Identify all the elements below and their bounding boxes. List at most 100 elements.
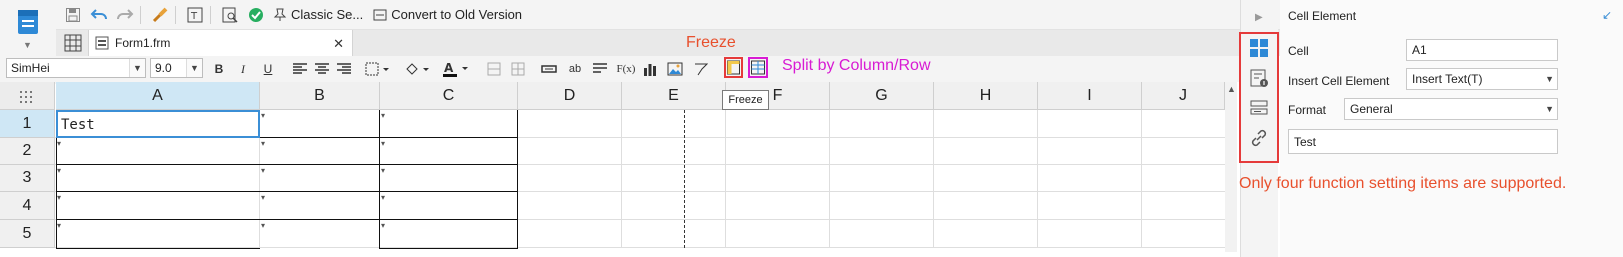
insert-cell-element-select[interactable]: Insert Text(T) ▼ <box>1406 68 1558 90</box>
column-header-h[interactable]: H <box>934 82 1038 110</box>
cell-element-icon[interactable] <box>1249 38 1269 58</box>
panel-title: Cell Element <box>1288 9 1357 23</box>
cell-row-border <box>56 164 518 165</box>
cell-editor-icon[interactable] <box>540 59 558 79</box>
slash-icon[interactable] <box>693 59 709 79</box>
app-logo-icon[interactable] <box>16 8 40 36</box>
insert-text-button[interactable]: ab <box>566 59 584 79</box>
svg-text:T: T <box>190 11 198 22</box>
cell-field[interactable]: A1 <box>1406 39 1558 61</box>
main-toolbar: T Classic Se... Convert to Old Version <box>56 0 1286 30</box>
split-annotation: Split by Column/Row <box>782 57 931 74</box>
cell-marker-icon: ▾ <box>261 111 266 120</box>
function-items-note: Only four function setting items are sup… <box>1239 175 1567 192</box>
formula-button[interactable]: F(x) <box>615 59 637 79</box>
logo-dropdown-icon[interactable]: ▼ <box>23 40 32 50</box>
row-header-3[interactable]: 3 <box>0 165 55 192</box>
cell-marker-icon: ▾ <box>261 221 266 230</box>
underline-button[interactable]: U <box>261 59 275 79</box>
grid-add-icon[interactable] <box>64 34 82 52</box>
column-header-b[interactable]: B <box>260 82 380 110</box>
format-select[interactable]: General ▼ <box>1344 98 1558 120</box>
insert-cell-element-label: Insert Cell Element <box>1288 74 1390 88</box>
preview-icon[interactable] <box>219 4 241 26</box>
check-icon[interactable] <box>245 4 267 26</box>
column-header-j[interactable]: J <box>1142 82 1225 110</box>
freeze-divider <box>684 110 685 248</box>
italic-button[interactable]: I <box>236 59 250 79</box>
cell-marker-icon: ▾ <box>381 193 386 202</box>
align-right-icon[interactable] <box>336 59 352 79</box>
cell-marker-icon: ▾ <box>261 193 266 202</box>
column-header-e[interactable]: E <box>622 82 726 110</box>
font-color-icon[interactable]: A <box>440 59 472 79</box>
convert-old-version-button[interactable]: Convert to Old Version <box>373 4 522 26</box>
undo-icon[interactable] <box>88 4 110 26</box>
row-header-5[interactable]: 5 <box>0 220 55 248</box>
cell-marker-icon: ▾ <box>57 166 62 175</box>
chevron-down-icon: ▼ <box>186 59 202 77</box>
font-family-value: SimHei <box>11 61 50 75</box>
tab-label: Form1.frm <box>115 36 171 50</box>
align-center-icon[interactable] <box>314 59 330 79</box>
border-icon[interactable] <box>364 59 392 79</box>
grid-dots-icon <box>20 91 32 103</box>
freeze-annotation: Freeze <box>686 34 736 51</box>
redo-icon[interactable] <box>114 4 136 26</box>
column-header-d[interactable]: D <box>518 82 622 110</box>
cell-a1[interactable]: Test <box>56 110 260 138</box>
image-icon[interactable] <box>666 59 684 79</box>
fill-color-icon[interactable] <box>404 59 432 79</box>
bold-button[interactable]: B <box>212 59 226 79</box>
close-icon[interactable]: ✕ <box>333 36 344 52</box>
column-header-i[interactable]: I <box>1038 82 1142 110</box>
column-header-c[interactable]: C <box>380 82 518 110</box>
cell-border-c <box>379 110 518 249</box>
insert-cell-element-value: Insert Text(T) <box>1412 72 1483 86</box>
merge-cells-icon[interactable] <box>486 59 502 79</box>
unmerge-cells-icon[interactable] <box>510 59 526 79</box>
scroll-up-icon[interactable]: ▲ <box>1227 84 1236 94</box>
cell-marker-icon: ▾ <box>381 221 386 230</box>
classic-style-button[interactable]: Classic Se... <box>273 4 363 26</box>
split-button[interactable] <box>748 57 768 78</box>
cell-field-value: A1 <box>1412 43 1427 57</box>
freeze-button[interactable] <box>724 57 743 78</box>
format-painter-icon[interactable] <box>149 4 171 26</box>
cell-element-panel: Cell Element ↙ Cell A1 Insert Cell Eleme… <box>1280 0 1623 257</box>
spreadsheet-grid[interactable]: ABCDEFGHIJ 12345 ▾ ▾ ▾ ▾ ▾ ▾ ▾ ▾ ▾ ▾ ▾ ▾ ▾ ▾ Test ▲ <box>0 82 1237 252</box>
chevron-down-icon: ▼ <box>1545 74 1554 84</box>
svg-text:A: A <box>444 61 454 75</box>
chart-icon[interactable] <box>642 59 658 79</box>
toolbar-separator <box>175 5 176 24</box>
classic-style-label: Classic Se... <box>291 7 364 22</box>
pin-panel-icon[interactable]: ↙ <box>1602 8 1612 22</box>
chevron-down-icon: ▼ <box>129 59 145 77</box>
select-all-corner[interactable] <box>0 82 55 110</box>
cell-label: Cell <box>1288 44 1309 58</box>
column-header-g[interactable]: G <box>830 82 934 110</box>
text-frame-icon[interactable]: T <box>184 4 206 26</box>
hyperlink-icon[interactable] <box>1249 128 1269 148</box>
cell-marker-icon: ▾ <box>261 166 266 175</box>
widget-settings-icon[interactable] <box>1249 98 1269 118</box>
format-toolbar: SimHei ▼ 9.0 ▼ B I U A ab F(x) Split by … <box>0 56 1240 82</box>
row-header-2[interactable]: 2 <box>0 138 55 165</box>
cell-marker-icon: ▾ <box>381 111 386 120</box>
cell-content-field[interactable]: Test <box>1288 129 1558 154</box>
save-icon[interactable] <box>62 4 84 26</box>
convert-icon <box>373 9 387 20</box>
font-family-select[interactable]: SimHei ▼ <box>6 58 146 78</box>
font-size-value: 9.0 <box>155 61 172 75</box>
expand-arrow-icon[interactable]: ▶ <box>1255 12 1263 23</box>
column-divider <box>829 110 830 248</box>
row-header-4[interactable]: 4 <box>0 192 55 220</box>
align-left-icon[interactable] <box>292 59 308 79</box>
vertical-scrollbar[interactable]: ▲ <box>1225 82 1237 252</box>
tab-form1[interactable]: Form1.frm ✕ <box>88 30 353 56</box>
column-header-a[interactable]: A <box>56 82 260 110</box>
font-size-select[interactable]: 9.0 ▼ <box>150 58 203 78</box>
row-header-1[interactable]: 1 <box>0 110 55 138</box>
cell-attribute-icon[interactable] <box>1249 68 1269 88</box>
wrap-text-icon[interactable] <box>592 59 608 79</box>
